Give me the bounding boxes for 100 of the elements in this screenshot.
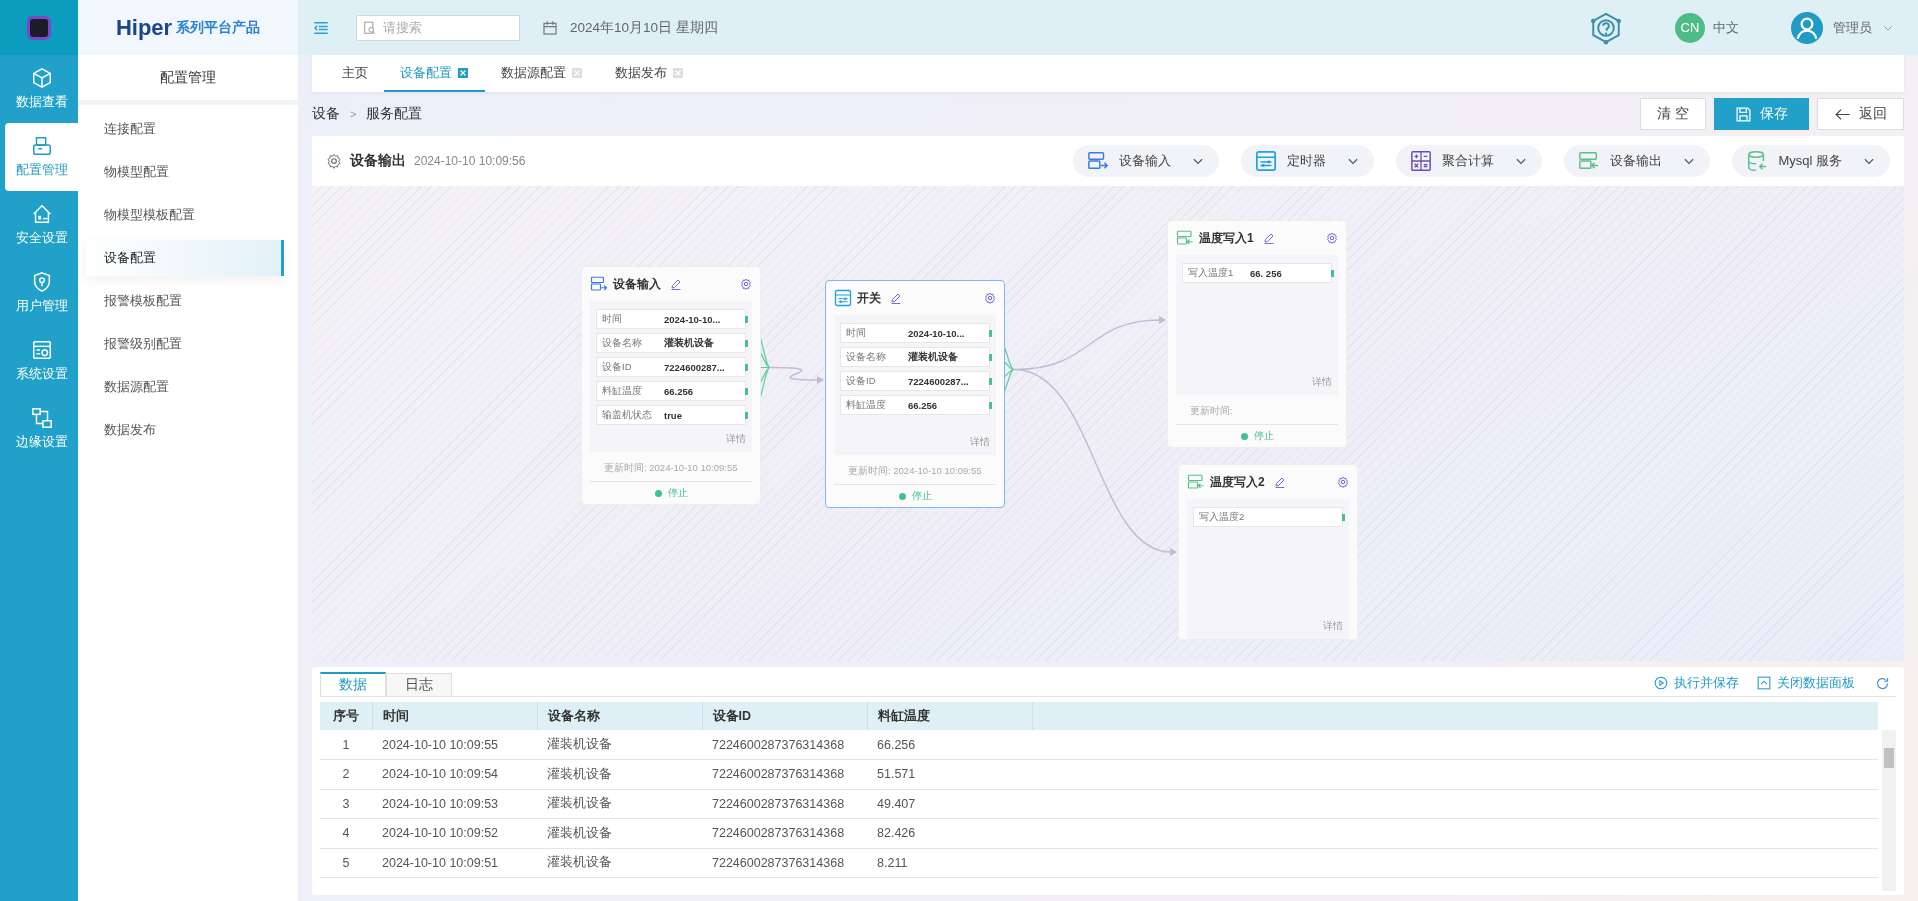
flow-timestamp: 2024-10-10 10:09:56: [414, 154, 526, 168]
field-value: 7224600287...: [908, 375, 969, 387]
brand-tagline: 系列平台产品: [176, 18, 261, 37]
table-cell: 51.571: [867, 759, 1032, 789]
table-cell: 灌装机设备: [537, 730, 702, 760]
field-label: 设备ID: [602, 360, 633, 374]
settings-icon[interactable]: [1326, 232, 1338, 244]
panel-tab[interactable]: 日志: [386, 673, 452, 696]
settings-icon[interactable]: [326, 153, 342, 169]
breadcrumb-separator: >: [350, 108, 357, 120]
user-name[interactable]: 管理员: [1833, 18, 1872, 37]
table-cell: 2024-10-10 10:09:51: [372, 848, 537, 878]
table-cell: 5: [320, 848, 372, 878]
table-cell: 4: [320, 818, 372, 848]
table-cell: 82.426: [867, 818, 1032, 848]
table-cell: 3: [320, 789, 372, 819]
table-cell: 7224600287376314368: [702, 730, 867, 760]
status-label: 停止: [911, 489, 932, 503]
table-cell: 2024-10-10 10:09:55: [372, 730, 537, 760]
field-value: 灌装机设备: [908, 350, 958, 364]
edit-icon[interactable]: [670, 278, 682, 290]
sidebar-item[interactable]: 报警模板配置: [86, 283, 284, 319]
server-arrow-icon: [1087, 150, 1110, 172]
table-cell: 7224600287376314368: [702, 818, 867, 848]
help-icon[interactable]: [1589, 10, 1623, 45]
database-icon: [1746, 150, 1769, 172]
table-cell: 2: [320, 759, 372, 789]
flow-node-card[interactable]: 开关 时间 2024-10-10... 设备名称 灌装机设备 设备ID 7224600287... 料缸温度 66.256 详情 更新时间: 2024-10-10 10:09:55 停止: [825, 280, 1005, 508]
server-arrow-icon: [590, 275, 608, 293]
user-avatar-icon[interactable]: [1791, 11, 1823, 44]
sidebar-item[interactable]: 设备配置: [86, 240, 284, 276]
table-cell: 1: [320, 730, 372, 760]
settings-icon[interactable]: [740, 278, 752, 290]
language-label[interactable]: 中文: [1713, 18, 1739, 37]
back-button[interactable]: 返回: [1817, 98, 1904, 130]
sidebar-item[interactable]: 物模型配置: [86, 154, 284, 190]
status-dot: [898, 492, 906, 500]
table-cell: 49.407: [867, 789, 1032, 819]
flow-node-card[interactable]: 设备输入 时间 2024-10-10... 设备名称 灌装机设备 设备ID 7224600287... 料缸温度 66.256 输盖机状态 true 详情 更新时间: 2024-10-10 10:09:55 停止: [581, 266, 761, 505]
field-value: true: [664, 409, 682, 421]
field-label: 时间: [846, 326, 867, 340]
status-label: 停止: [1253, 429, 1274, 443]
network-icon: [30, 407, 53, 429]
printer-icon: [30, 135, 53, 157]
node-type-dropdown[interactable]: 设备输出: [1564, 145, 1711, 177]
edit-icon[interactable]: [890, 292, 902, 304]
flow-node-card[interactable]: 温度写入2 写入温度2 详情: [1178, 464, 1358, 640]
arrow-connector: [769, 366, 824, 384]
close-icon[interactable]: [571, 66, 583, 79]
table-cell: 灌装机设备: [537, 818, 702, 848]
edit-icon[interactable]: [1273, 476, 1286, 488]
status-label: 停止: [667, 486, 688, 500]
sidebar-item[interactable]: 数据源配置: [86, 369, 284, 405]
cube-icon: [30, 67, 53, 89]
table-cell: 7224600287376314368: [702, 848, 867, 878]
settings-icon[interactable]: [984, 292, 996, 304]
breadcrumb-item[interactable]: 设备: [312, 105, 340, 123]
node-type-dropdown[interactable]: 定时器: [1241, 145, 1375, 177]
page-tab[interactable]: 主页: [326, 55, 384, 92]
close-icon[interactable]: [457, 66, 469, 79]
field-label: 料缸温度: [602, 384, 643, 398]
flow-node-card[interactable]: 温度写入1 写入温度1 66. 256 详情 更新时间: 停止: [1167, 220, 1347, 448]
edit-icon[interactable]: [1262, 232, 1275, 244]
page-tab[interactable]: 数据发布: [599, 55, 700, 92]
refresh-icon[interactable]: [1875, 676, 1890, 691]
table-cell: 7224600287376314368: [702, 789, 867, 819]
collapse-icon: [1757, 676, 1771, 690]
field-value: 66.256: [664, 385, 694, 397]
app-logo-icon: [27, 15, 51, 40]
update-time: 更新时间: 2024-10-10 10:09:55: [834, 455, 996, 485]
table-cell: 2024-10-10 10:09:52: [372, 818, 537, 848]
server-arrow-icon: [1187, 473, 1205, 491]
search-field[interactable]: 请搜索: [356, 14, 520, 41]
field-label: 设备名称: [602, 336, 643, 350]
scrollbar[interactable]: [1882, 730, 1896, 891]
field-value: 7224600287...: [664, 361, 725, 373]
field-label: 输盖机状态: [602, 408, 653, 422]
close-icon[interactable]: [672, 66, 684, 79]
sidebar-item[interactable]: 数据发布: [86, 412, 284, 448]
panel-sliders-icon: [1255, 150, 1278, 172]
update-time: 更新时间: 2024-10-10 10:09:55: [590, 452, 752, 482]
column-header: 料缸温度: [867, 702, 1032, 730]
date-text: 2024年10月10日 星期四: [570, 18, 718, 37]
settings-icon[interactable]: [1337, 476, 1349, 488]
table-cell: 7224600287376314368: [702, 759, 867, 789]
sidebar-item[interactable]: 报警级别配置: [86, 326, 284, 362]
page-tab[interactable]: 数据源配置: [485, 55, 599, 92]
sidebar-item[interactable]: 物模型模板配置: [86, 197, 284, 233]
clear-button[interactable]: 清 空: [1640, 98, 1706, 130]
search-icon: [363, 20, 377, 35]
field-value: 灌装机设备: [664, 336, 714, 350]
calculator-icon: [1410, 150, 1433, 172]
sidebar-item[interactable]: 连接配置: [86, 111, 284, 147]
breadcrumb-item[interactable]: 服务配置: [366, 105, 423, 123]
brand-logo-text: Hiper: [115, 14, 173, 41]
node-type-dropdown[interactable]: 设备输入: [1073, 145, 1220, 177]
field-label: 时间: [602, 312, 623, 326]
field-value: 2024-10-10...: [908, 327, 965, 339]
node-type-dropdown[interactable]: Mysql 服务: [1732, 145, 1890, 177]
node-type-dropdown[interactable]: 聚合计算: [1396, 145, 1543, 177]
